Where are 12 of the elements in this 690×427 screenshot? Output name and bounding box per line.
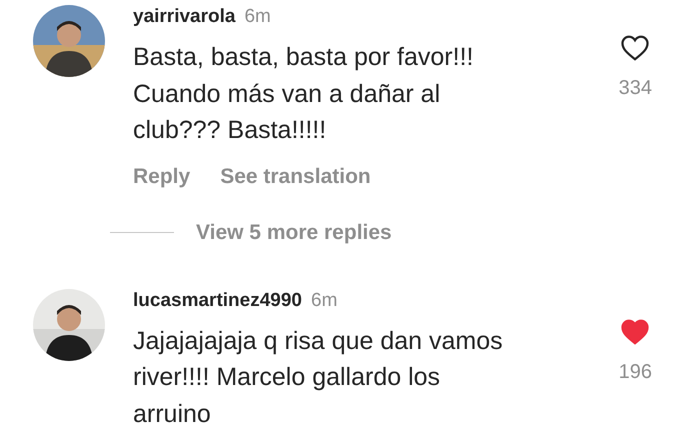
like-count: 334 [618, 77, 652, 100]
view-replies-link[interactable]: View 5 more replies [196, 220, 392, 244]
like-count: 196 [618, 360, 652, 384]
heart-icon[interactable] [620, 33, 650, 63]
username[interactable]: yairrivarola [133, 6, 236, 28]
comment-text: Jajajajajaja q risa que dan vamos river!!!! Marcelo gallardo los arruino [133, 326, 504, 427]
comment-text: Basta, basta, basta por favor!!! Cuando más van a dañar al club??? Basta!!!!! [133, 42, 474, 146]
username[interactable]: lucasmartinez4990 [133, 290, 302, 312]
action-link[interactable]: Reply [133, 164, 190, 188]
timestamp: 6m [244, 6, 271, 28]
action-link[interactable]: See translation [220, 164, 371, 188]
timestamp: 6m [311, 290, 338, 312]
